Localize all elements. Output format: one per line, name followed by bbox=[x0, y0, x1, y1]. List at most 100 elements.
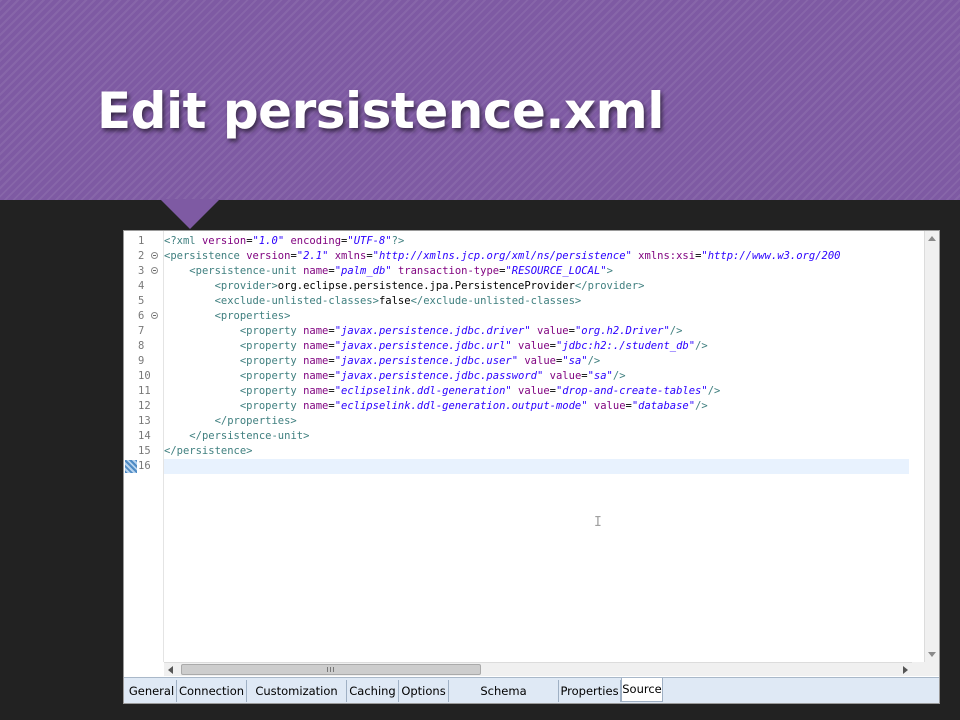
header-pointer bbox=[160, 199, 220, 229]
xml-attribute: name bbox=[303, 400, 329, 412]
tab-properties[interactable]: Properties bbox=[559, 680, 621, 702]
code-line[interactable] bbox=[164, 459, 909, 474]
code-line[interactable]: <property name="javax.persistence.jdbc.d… bbox=[164, 324, 909, 339]
xml-attribute: value bbox=[593, 400, 626, 412]
xml-attribute: name bbox=[303, 340, 329, 352]
xml-attribute: name bbox=[303, 265, 329, 277]
xml-attribute: version bbox=[201, 235, 247, 247]
code-line[interactable]: </properties> bbox=[164, 414, 909, 429]
horizontal-scrollbar[interactable] bbox=[164, 662, 912, 676]
scrollbar-thumb[interactable] bbox=[181, 664, 481, 675]
xml-tag: <property bbox=[239, 325, 304, 337]
xml-tag: > bbox=[606, 265, 613, 277]
xml-tag: <property bbox=[239, 355, 304, 367]
line-number-row: 15 bbox=[124, 444, 163, 459]
editor-tab-bar: General Connection Customization Caching Opt… bbox=[124, 677, 939, 703]
xml-tag: /> bbox=[669, 325, 683, 337]
code-line[interactable]: <persistence-unit name="palm_db" transac… bbox=[164, 264, 909, 279]
xml-attribute: name bbox=[303, 355, 329, 367]
xml-tag: <property bbox=[239, 400, 304, 412]
code-line[interactable]: </persistence> bbox=[164, 444, 909, 459]
xml-attribute: name bbox=[303, 370, 329, 382]
xml-value: "jdbc:h2:./student_db" bbox=[555, 340, 696, 352]
line-number: 8 bbox=[138, 340, 145, 352]
xml-tag: </persistence-unit> bbox=[189, 430, 310, 442]
line-number-row: 1 bbox=[124, 234, 163, 249]
xml-value: "javax.persistence.jdbc.password" bbox=[334, 370, 544, 382]
xml-tag: /> bbox=[695, 340, 708, 352]
code-line[interactable]: <?xml version="1.0" encoding="UTF-8"?> bbox=[164, 234, 909, 249]
arrow-up-icon[interactable] bbox=[928, 236, 936, 241]
xml-tag: <?xml bbox=[164, 235, 202, 247]
collapse-circle-icon[interactable] bbox=[151, 312, 158, 319]
line-number-row: 9 bbox=[124, 354, 163, 369]
line-number: 16 bbox=[138, 460, 151, 472]
line-number: 10 bbox=[138, 370, 151, 382]
code-line[interactable]: <properties> bbox=[164, 309, 909, 324]
scrollbar-corner bbox=[912, 662, 939, 676]
tab-source[interactable]: Source bbox=[621, 678, 663, 702]
line-number-row: 10 bbox=[124, 369, 163, 384]
code-line[interactable]: <property name="eclipselink.ddl-generati… bbox=[164, 384, 909, 399]
line-number-row: 7 bbox=[124, 324, 163, 339]
code-line[interactable]: </persistence-unit> bbox=[164, 429, 909, 444]
line-number: 2 bbox=[138, 250, 145, 262]
collapse-circle-icon[interactable] bbox=[151, 267, 158, 274]
slide-title: Edit persistence.xml bbox=[97, 82, 664, 140]
grip-icon bbox=[327, 667, 335, 672]
arrow-down-icon[interactable] bbox=[928, 652, 936, 657]
tab-connection[interactable]: Connection bbox=[177, 680, 247, 702]
vertical-scrollbar[interactable] bbox=[924, 231, 939, 662]
xml-value: "eclipselink.ddl-generation" bbox=[334, 385, 512, 397]
line-number-row: 12 bbox=[124, 399, 163, 414]
code-line[interactable]: <property name="javax.persistence.jdbc.p… bbox=[164, 369, 909, 384]
code-line[interactable]: <exclude-unlisted-classes>false</exclude… bbox=[164, 294, 909, 309]
xml-tag: /> bbox=[707, 385, 721, 397]
xml-attribute: name bbox=[303, 325, 329, 337]
line-number-row: 8 bbox=[124, 339, 163, 354]
code-line[interactable]: <property name="eclipselink.ddl-generati… bbox=[164, 399, 909, 414]
xml-tag: <provider> bbox=[214, 280, 278, 292]
xml-tag: <persistence-unit bbox=[189, 265, 304, 277]
line-number-row: 6 bbox=[124, 309, 163, 324]
tab-caching[interactable]: Caching bbox=[347, 680, 399, 702]
xml-tag: </exclude-unlisted-classes> bbox=[410, 295, 582, 307]
xml-value: "javax.persistence.jdbc.driver" bbox=[334, 325, 531, 337]
xml-tag: <property bbox=[239, 340, 304, 352]
xml-tag: </persistence> bbox=[164, 445, 253, 457]
code-line[interactable]: <property name="javax.persistence.jdbc.u… bbox=[164, 354, 909, 369]
tab-customization[interactable]: Customization bbox=[247, 680, 347, 702]
line-number-gutter: 1 2 3 4 5 6 7 8 9 10 11 12 13 14 15 16 bbox=[124, 231, 164, 662]
code-line[interactable]: <provider>org.eclipse.persistence.jpa.Pe… bbox=[164, 279, 909, 294]
collapse-circle-icon[interactable] bbox=[151, 252, 158, 259]
code-line[interactable]: <persistence version="2.1" xmlns="http:/… bbox=[164, 249, 909, 264]
line-number: 7 bbox=[138, 325, 145, 337]
tab-general[interactable]: General bbox=[127, 680, 177, 702]
xml-tag: /> bbox=[612, 370, 626, 382]
line-number-row: 4 bbox=[124, 279, 163, 294]
xml-value: "drop-and-create-tables" bbox=[555, 385, 708, 397]
bookmark-marker-icon[interactable] bbox=[125, 460, 137, 473]
xml-value: "RESOURCE_LOCAL" bbox=[505, 265, 607, 277]
arrow-left-icon[interactable] bbox=[168, 666, 173, 674]
code-area[interactable]: <?xml version="1.0" encoding="UTF-8"?> <p… bbox=[164, 234, 909, 662]
xml-source-editor[interactable]: 1 2 3 4 5 6 7 8 9 10 11 12 13 14 15 16 <?xml version="1… bbox=[123, 230, 940, 704]
tab-options[interactable]: Options bbox=[399, 680, 449, 702]
xml-value: "UTF-8" bbox=[347, 235, 392, 247]
line-number: 14 bbox=[138, 430, 151, 442]
line-number: 3 bbox=[138, 265, 145, 277]
line-number: 9 bbox=[138, 355, 145, 367]
line-number-row: 2 bbox=[124, 249, 163, 264]
xml-value: "eclipselink.ddl-generation.output-mode" bbox=[334, 400, 588, 412]
tab-schema-generation[interactable]: Schema Generation bbox=[449, 680, 559, 702]
code-line[interactable]: <property name="javax.persistence.jdbc.u… bbox=[164, 339, 909, 354]
xml-tag: </provider> bbox=[574, 280, 645, 292]
arrow-right-icon[interactable] bbox=[903, 666, 908, 674]
